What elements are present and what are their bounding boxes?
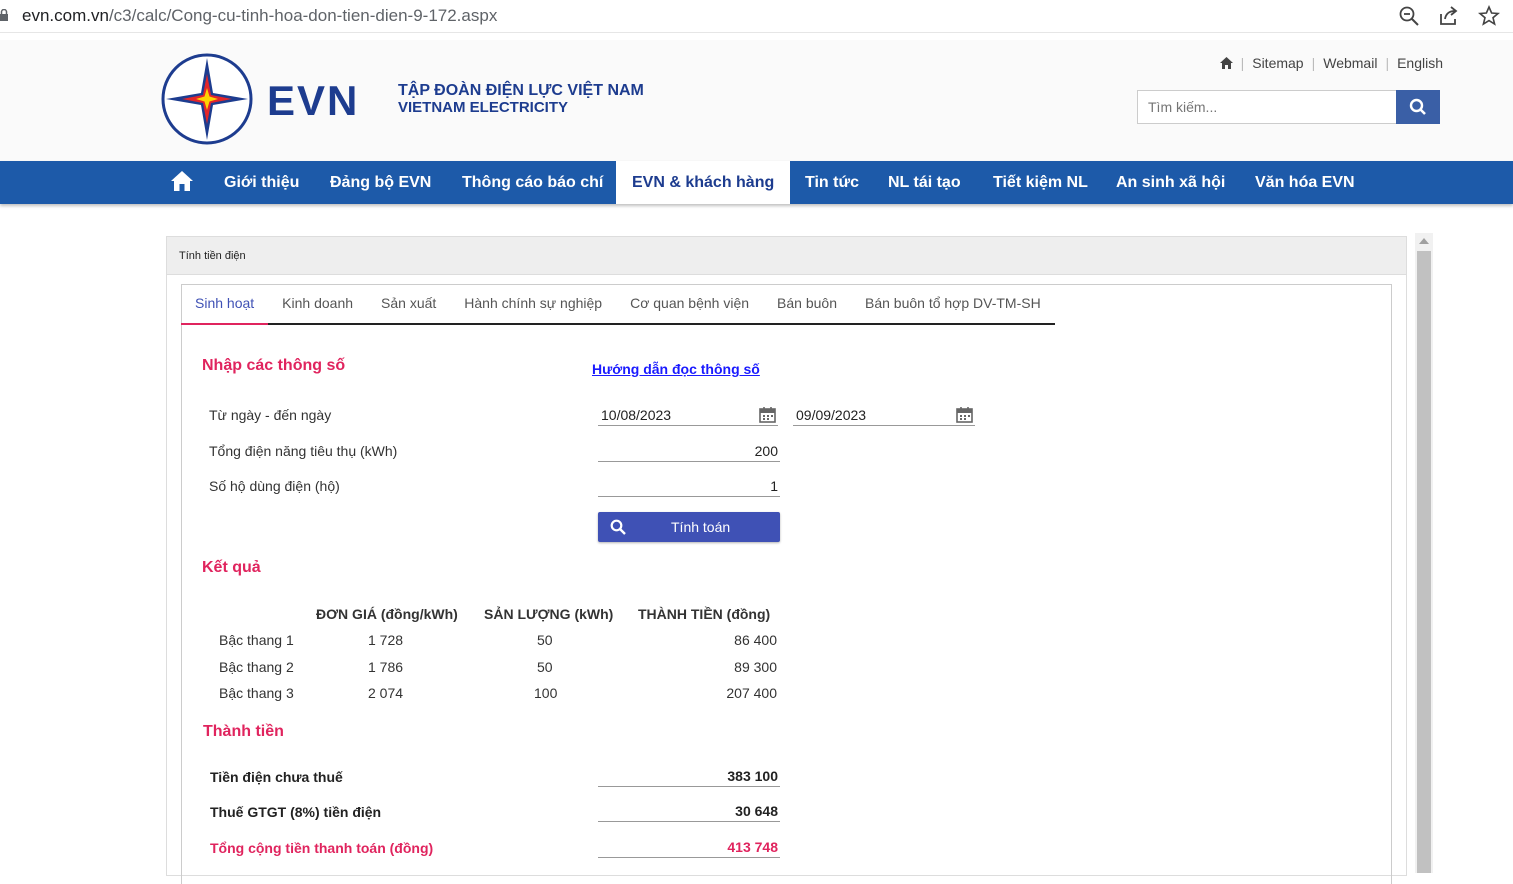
nav-item-thong-cao[interactable]: Thông cáo báo chí bbox=[462, 161, 603, 204]
scroll-thumb[interactable] bbox=[1417, 251, 1431, 873]
nav-item-tin-tuc[interactable]: Tin tức bbox=[805, 161, 859, 204]
tier-amount: 207 400 bbox=[726, 685, 777, 701]
col-header-amount: THÀNH TIỀN (đồng) bbox=[638, 606, 771, 622]
tab-san-xuat[interactable]: Sản xuất bbox=[367, 284, 451, 325]
tab-content-box bbox=[181, 284, 1392, 884]
tier-qty: 50 bbox=[537, 659, 553, 675]
tab-sinh-hoat[interactable]: Sinh hoạt bbox=[181, 284, 269, 325]
org-name-vn: TẬP ĐOÀN ĐIỆN LỰC VIỆT NAM bbox=[398, 82, 644, 99]
search-button[interactable] bbox=[1396, 90, 1440, 124]
top-links: | Sitemap | Webmail | English bbox=[1219, 55, 1443, 71]
pre-tax-label: Tiền điện chưa thuế bbox=[210, 769, 343, 785]
calendar-icon[interactable] bbox=[956, 406, 973, 423]
calendar-icon[interactable] bbox=[759, 406, 776, 423]
tab-ban-buon[interactable]: Bán buôn bbox=[763, 284, 851, 325]
home-icon[interactable] bbox=[1219, 57, 1233, 69]
site-header: EVN TẬP ĐOÀN ĐIỆN LỰC VIỆT NAM VIETNAM E… bbox=[0, 40, 1513, 161]
inputs-section-title: Nhập các thông số bbox=[202, 357, 346, 374]
total-label: Tổng cộng tiền thanh toán (đồng) bbox=[210, 840, 434, 856]
tab-ban-buon-to-hop[interactable]: Bán buôn tổ hợp DV-TM-SH bbox=[850, 284, 1055, 325]
nav-item-an-sinh[interactable]: An sinh xã hội bbox=[1116, 161, 1225, 204]
share-icon[interactable] bbox=[1438, 5, 1460, 27]
panel-title: Tính tiền điện bbox=[167, 237, 1406, 275]
evn-logo-icon[interactable] bbox=[160, 52, 254, 146]
search-box bbox=[1137, 90, 1440, 124]
from-date-value: 10/08/2023 bbox=[601, 407, 672, 423]
results-section-title: Kết quả bbox=[202, 559, 261, 576]
main-nav: Giới thiệu Đảng bộ EVN Thông cáo báo chí… bbox=[0, 161, 1513, 204]
tier-qty: 100 bbox=[534, 685, 558, 701]
nav-item-van-hoa[interactable]: Văn hóa EVN bbox=[1255, 161, 1355, 204]
sitemap-link[interactable]: Sitemap bbox=[1252, 55, 1303, 71]
customer-type-tabs: Sinh hoạt Kinh doanh Sản xuất Hành chính… bbox=[181, 284, 1055, 325]
to-date-value: 09/09/2023 bbox=[796, 407, 867, 423]
tier-amount: 89 300 bbox=[734, 659, 777, 675]
calculate-button[interactable]: Tính toán bbox=[598, 512, 780, 542]
date-range-label: Từ ngày - đến ngày bbox=[209, 407, 332, 423]
total-value: 413 748 bbox=[598, 836, 780, 858]
nav-item-gioi-thieu[interactable]: Giới thiệu bbox=[224, 161, 299, 204]
to-date-field[interactable]: 09/09/2023 bbox=[793, 404, 975, 426]
tier-qty: 50 bbox=[537, 632, 553, 648]
tab-kinh-doanh[interactable]: Kinh doanh bbox=[268, 284, 368, 325]
bookmark-star-icon[interactable] bbox=[1478, 5, 1500, 27]
nav-item-evn-khach-hang[interactable]: EVN & khách hàng bbox=[616, 161, 791, 204]
webmail-link[interactable]: Webmail bbox=[1323, 55, 1377, 71]
scroll-up-arrow-icon[interactable] bbox=[1419, 238, 1429, 244]
url-path: /c3/calc/Cong-cu-tinh-hoa-don-tien-dien-… bbox=[108, 6, 498, 25]
search-icon bbox=[610, 519, 626, 535]
pre-tax-value: 383 100 bbox=[598, 765, 780, 787]
nav-item-nl-tai-tao[interactable]: NL tái tạo bbox=[888, 161, 961, 204]
tier-price: 1 728 bbox=[368, 632, 404, 648]
search-icon bbox=[1409, 98, 1426, 115]
kwh-input[interactable]: 200 bbox=[598, 440, 780, 462]
zoom-icon[interactable] bbox=[1398, 5, 1420, 27]
logo-text: EVN bbox=[267, 77, 360, 124]
tier-label: Bậc thang 3 bbox=[219, 685, 294, 701]
vat-value: 30 648 bbox=[598, 800, 780, 822]
tier-price: 1 786 bbox=[368, 659, 404, 675]
tier-label: Bậc thang 1 bbox=[219, 632, 294, 648]
nav-item-tiet-kiem[interactable]: Tiết kiệm NL bbox=[993, 161, 1088, 204]
vat-label: Thuế GTGT (8%) tiền điện bbox=[210, 804, 382, 820]
url-field[interactable]: evn.com.vn/c3/calc/Cong-cu-tinh-hoa-don-… bbox=[22, 6, 497, 26]
kwh-label: Tổng điện năng tiêu thụ (kWh) bbox=[209, 443, 398, 459]
scrollbar[interactable] bbox=[1415, 233, 1433, 873]
english-link[interactable]: English bbox=[1397, 55, 1443, 71]
org-name-en: VIETNAM ELECTRICITY bbox=[398, 99, 569, 116]
browser-address-bar: evn.com.vn/c3/calc/Cong-cu-tinh-hoa-don-… bbox=[0, 0, 1513, 33]
calculate-button-label: Tính toán bbox=[671, 519, 731, 535]
tier-label: Bậc thang 2 bbox=[219, 659, 294, 675]
tab-co-quan-benh-vien[interactable]: Cơ quan bệnh viện bbox=[616, 284, 764, 325]
nav-home-icon[interactable] bbox=[171, 171, 193, 191]
col-header-price: ĐƠN GIÁ (đồng/kWh) bbox=[316, 606, 458, 622]
tab-hanh-chinh[interactable]: Hành chính sự nghiệp bbox=[450, 284, 617, 325]
guide-link[interactable]: Hướng dẫn đọc thông số bbox=[592, 361, 760, 377]
households-label: Số hộ dùng điện (hộ) bbox=[209, 478, 340, 494]
col-header-qty: SẢN LƯỢNG (kWh) bbox=[484, 606, 614, 622]
tier-amount: 86 400 bbox=[734, 632, 777, 648]
nav-item-dang-bo[interactable]: Đảng bộ EVN bbox=[330, 161, 431, 204]
search-input[interactable] bbox=[1137, 90, 1397, 124]
from-date-field[interactable]: 10/08/2023 bbox=[598, 404, 778, 426]
totals-section-title: Thành tiền bbox=[203, 723, 284, 740]
lock-icon bbox=[0, 9, 8, 21]
url-host: evn.com.vn bbox=[22, 6, 109, 25]
households-input[interactable]: 1 bbox=[598, 475, 780, 497]
tier-price: 2 074 bbox=[368, 685, 404, 701]
